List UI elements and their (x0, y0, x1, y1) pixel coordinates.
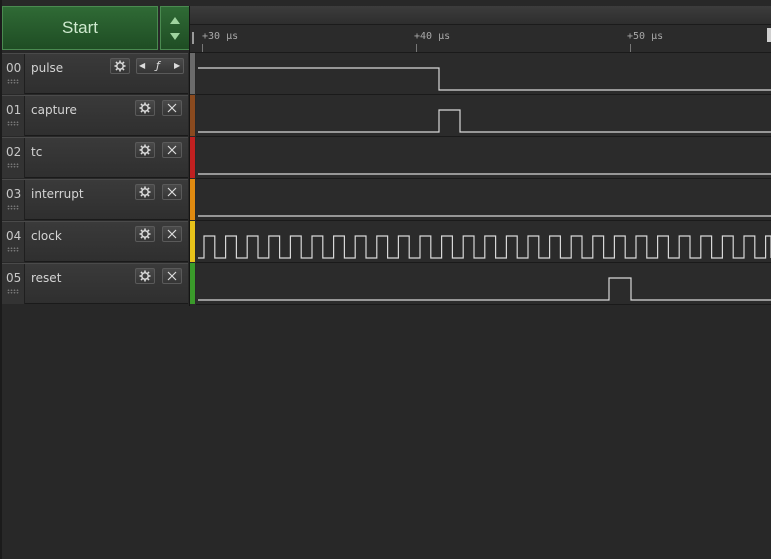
triangle-left-icon[interactable]: ◀ (139, 59, 145, 73)
close-icon (167, 187, 177, 197)
close-icon (167, 103, 177, 113)
channel-color-swatch (190, 263, 195, 304)
channel-name[interactable]: clock (31, 229, 62, 243)
channel-row-tc[interactable]: 02 tc (2, 137, 188, 178)
logic-analyzer-window: Start +30 µs +40 µs +50 µs 00 pulse ◀ ƒ … (0, 0, 771, 559)
channel-settings-button[interactable] (135, 184, 155, 200)
start-button[interactable]: Start (2, 6, 158, 50)
gear-icon (114, 60, 126, 72)
channel-number[interactable]: 03 (2, 180, 25, 220)
trigger-selector[interactable]: ◀ ƒ ▶ (136, 58, 184, 74)
channel-number[interactable]: 04 (2, 222, 25, 262)
channel-color-swatch (190, 221, 195, 262)
channel-row-clock[interactable]: 04 clock (2, 221, 188, 262)
waveform-capture (198, 109, 771, 133)
start-options-button[interactable] (160, 6, 190, 50)
start-control: Start (2, 6, 190, 50)
channel-settings-button[interactable] (135, 268, 155, 284)
channel-close-button[interactable] (162, 184, 182, 200)
channel-settings-button[interactable] (110, 58, 130, 74)
channel-number-label: 00 (6, 61, 22, 75)
drag-grip-icon[interactable] (7, 247, 19, 252)
waveform-reset (198, 277, 771, 301)
channel-number[interactable]: 01 (2, 96, 25, 136)
tick-label-30us: +30 µs (202, 31, 239, 42)
channel-number[interactable]: 00 (2, 54, 25, 94)
drag-grip-icon[interactable] (7, 121, 19, 126)
channel-row-interrupt[interactable]: 03 interrupt (2, 179, 188, 220)
channel-color-swatch (190, 53, 195, 94)
channel-name[interactable]: tc (31, 145, 42, 159)
drag-grip-icon[interactable] (7, 205, 19, 210)
tick-label-50us: +50 µs (627, 31, 664, 42)
gear-icon (139, 186, 151, 198)
waveform-clock (198, 235, 771, 259)
triangle-up-icon (170, 17, 180, 24)
gear-icon (139, 228, 151, 240)
triangle-right-icon[interactable]: ▶ (174, 59, 180, 73)
gear-icon (139, 144, 151, 156)
drag-grip-icon[interactable] (7, 79, 19, 84)
channel-row-reset[interactable]: 05 reset (2, 263, 188, 304)
gear-icon (139, 102, 151, 114)
gear-icon (139, 270, 151, 282)
channel-color-swatch (190, 137, 195, 178)
close-icon (167, 145, 177, 155)
channel-number-label: 02 (6, 145, 22, 159)
channel-number[interactable]: 05 (2, 264, 25, 304)
channel-settings-button[interactable] (135, 226, 155, 242)
timeline-ruler[interactable]: +30 µs +40 µs +50 µs (190, 6, 771, 53)
channel-row-pulse[interactable]: 00 pulse ◀ ƒ ▶ (2, 53, 188, 94)
waveform-pulse (198, 67, 771, 91)
drag-grip-icon[interactable] (7, 289, 19, 294)
tick-label-40us: +40 µs (414, 31, 451, 42)
channel-number-label: 01 (6, 103, 22, 117)
tick-mark (630, 44, 631, 52)
channel-row-capture[interactable]: 01 capture (2, 95, 188, 136)
channel-number-label: 03 (6, 187, 22, 201)
waveforms[interactable] (196, 53, 771, 306)
tick-mark (416, 44, 417, 52)
timeline-scroll-bar[interactable] (190, 6, 771, 25)
channel-close-button[interactable] (162, 142, 182, 158)
channel-color-swatch (190, 95, 195, 136)
channel-name[interactable]: interrupt (31, 187, 84, 201)
channel-number[interactable]: 02 (2, 138, 25, 178)
channel-settings-button[interactable] (135, 142, 155, 158)
channel-name[interactable]: reset (31, 271, 61, 285)
close-icon (167, 271, 177, 281)
timeline-handle[interactable] (192, 32, 194, 44)
timeline-scroll-handle[interactable] (767, 28, 771, 42)
empty-channel-area[interactable] (2, 306, 771, 559)
channel-number-label: 04 (6, 229, 22, 243)
drag-grip-icon[interactable] (7, 163, 19, 168)
channel-close-button[interactable] (162, 268, 182, 284)
channel-settings-button[interactable] (135, 100, 155, 116)
tick-mark (202, 44, 203, 52)
channel-color-swatch (190, 179, 195, 220)
falling-edge-trigger-icon[interactable]: ƒ (156, 59, 160, 73)
channel-name[interactable]: capture (31, 103, 77, 117)
channel-close-button[interactable] (162, 100, 182, 116)
channel-name[interactable]: pulse (31, 61, 63, 75)
triangle-down-icon (170, 33, 180, 40)
channel-number-label: 05 (6, 271, 22, 285)
close-icon (167, 229, 177, 239)
channel-close-button[interactable] (162, 226, 182, 242)
